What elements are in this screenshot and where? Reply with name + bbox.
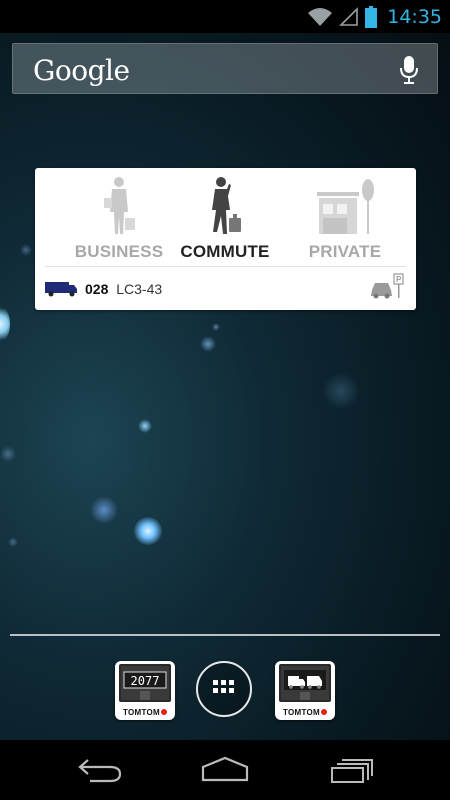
- truck-icon: [45, 282, 77, 297]
- route-code: LC3-43: [116, 281, 163, 297]
- navigation-bar: [0, 740, 450, 800]
- mode-commute[interactable]: COMMUTE: [165, 176, 285, 264]
- app-drawer-button[interactable]: [196, 661, 252, 717]
- wifi-icon: [308, 7, 333, 26]
- wallpaper-bokeh: [0, 446, 16, 462]
- home-icon[interactable]: [200, 754, 250, 784]
- van-icon: [279, 664, 331, 702]
- route-number: 028: [85, 281, 109, 297]
- commuter-icon: [212, 177, 241, 234]
- wallpaper-bokeh: [134, 517, 162, 545]
- businessman-icon: [104, 177, 135, 234]
- tomtom-odometer-app[interactable]: 2077 TOMTOM: [115, 661, 175, 720]
- wallpaper-bokeh: [212, 323, 220, 331]
- wallpaper-bokeh: [138, 419, 152, 433]
- google-search-bar[interactable]: Google: [12, 43, 438, 94]
- tomtom-brand: TOMTOM: [275, 708, 335, 717]
- signal-icon: [339, 6, 359, 26]
- tomtom-fleet-app[interactable]: TOMTOM: [275, 661, 335, 720]
- odometer-icon: 2077: [119, 664, 171, 702]
- widget-divider: [45, 266, 406, 267]
- wallpaper-bokeh: [20, 244, 32, 256]
- route-info[interactable]: 028 LC3-43: [85, 281, 162, 297]
- tomtom-brand: TOMTOM: [115, 708, 175, 717]
- mode-label: PRIVATE: [308, 242, 382, 261]
- wallpaper-bokeh: [0, 305, 10, 343]
- back-icon[interactable]: [76, 754, 124, 784]
- status-icons: 14:35: [307, 0, 442, 33]
- car-parking-icon[interactable]: P: [370, 272, 404, 300]
- dock-divider: [10, 634, 440, 636]
- svg-text:P: P: [396, 275, 402, 284]
- battery-icon: [365, 5, 378, 28]
- status-bar: 14:35: [0, 0, 450, 33]
- google-logo[interactable]: Google: [33, 54, 130, 87]
- mode-label: COMMUTE: [180, 242, 270, 261]
- house-icon: [317, 179, 374, 234]
- recent-apps-icon[interactable]: [328, 754, 376, 784]
- wallpaper-bokeh: [200, 336, 216, 352]
- mode-label: BUSINESS: [74, 242, 164, 261]
- apps-grid-icon: [213, 680, 234, 693]
- mode-private[interactable]: PRIVATE: [285, 176, 405, 264]
- mic-icon[interactable]: [399, 55, 419, 85]
- clock: 14:35: [387, 5, 442, 28]
- odometer-digits: 2077: [131, 674, 160, 688]
- trip-mode-widget: BUSINESS COMMUTE PRIVATE 028 LC3-43 P: [35, 168, 416, 310]
- mode-business[interactable]: BUSINESS: [59, 176, 179, 264]
- wallpaper-bokeh: [8, 537, 18, 547]
- wallpaper-bokeh: [322, 372, 360, 410]
- wallpaper-bokeh: [90, 496, 118, 524]
